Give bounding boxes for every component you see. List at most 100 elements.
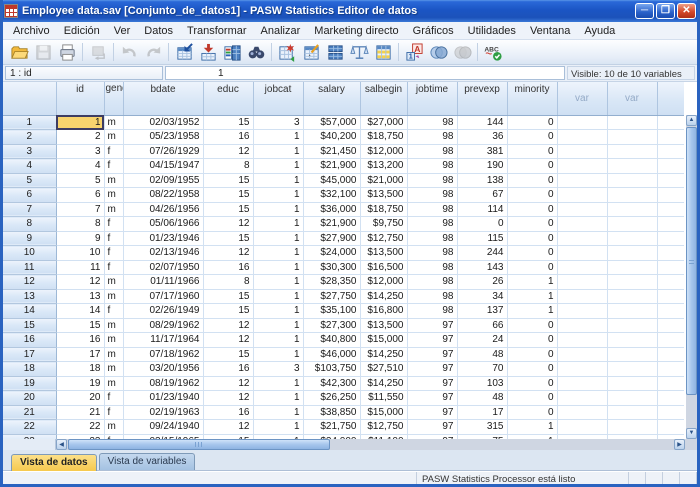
data-cell[interactable]: $15,000: [360, 405, 407, 420]
data-cell[interactable]: 08/22/1958: [123, 188, 203, 203]
data-cell[interactable]: 10: [56, 246, 104, 261]
data-cell[interactable]: $18,750: [360, 130, 407, 145]
data-cell[interactable]: 18: [56, 362, 104, 377]
data-cell[interactable]: $13,500: [360, 246, 407, 261]
data-cell[interactable]: 1: [253, 333, 303, 348]
empty-cell[interactable]: [657, 246, 684, 261]
data-cell[interactable]: 114: [457, 202, 507, 217]
data-cell[interactable]: 97: [407, 333, 457, 348]
data-cell[interactable]: f: [104, 391, 123, 406]
row-number[interactable]: 15: [3, 318, 56, 333]
data-cell[interactable]: 1: [253, 347, 303, 362]
row-number[interactable]: 3: [3, 144, 56, 159]
data-cell[interactable]: 98: [407, 188, 457, 203]
data-cell[interactable]: $13,200: [360, 159, 407, 174]
data-cell[interactable]: 1: [253, 275, 303, 290]
data-cell[interactable]: $35,100: [303, 304, 360, 319]
spell-check-button[interactable]: ABC: [481, 41, 505, 64]
data-cell[interactable]: 03/20/1956: [123, 362, 203, 377]
column-header-prevexp[interactable]: prevexp: [457, 82, 507, 115]
data-cell[interactable]: 1: [253, 130, 303, 145]
data-cell[interactable]: 137: [457, 304, 507, 319]
data-cell[interactable]: 143: [457, 260, 507, 275]
data-cell[interactable]: 08/29/1962: [123, 318, 203, 333]
data-cell[interactable]: m: [104, 275, 123, 290]
empty-cell[interactable]: [607, 289, 657, 304]
data-cell[interactable]: 15: [203, 188, 253, 203]
empty-cell[interactable]: [657, 188, 684, 203]
empty-cell[interactable]: [607, 434, 657, 439]
goto-case-button[interactable]: [172, 41, 196, 64]
data-cell[interactable]: 07/17/1960: [123, 289, 203, 304]
empty-cell[interactable]: [607, 420, 657, 435]
data-cell[interactable]: 16: [203, 362, 253, 377]
data-cell[interactable]: 20: [56, 391, 104, 406]
empty-cell[interactable]: [607, 260, 657, 275]
row-number[interactable]: 2: [3, 130, 56, 145]
empty-cell[interactable]: [557, 391, 607, 406]
tab-variable-view[interactable]: Vista de variables: [99, 453, 196, 470]
data-cell[interactable]: $27,510: [360, 362, 407, 377]
data-cell[interactable]: 1: [507, 420, 557, 435]
data-cell[interactable]: m: [104, 333, 123, 348]
title-bar[interactable]: Employee data.sav [Conjunto_de_datos1] -…: [0, 0, 700, 22]
row-number[interactable]: 20: [3, 391, 56, 406]
data-cell[interactable]: 1: [253, 260, 303, 275]
horizontal-scroll-thumb[interactable]: [68, 439, 330, 450]
data-cell[interactable]: 5: [56, 173, 104, 188]
data-cell[interactable]: 12: [203, 391, 253, 406]
empty-cell[interactable]: [657, 405, 684, 420]
data-cell[interactable]: 97: [407, 376, 457, 391]
data-cell[interactable]: 97: [407, 318, 457, 333]
insert-variable-button[interactable]: [299, 41, 323, 64]
empty-cell[interactable]: [607, 130, 657, 145]
vertical-scroll-thumb[interactable]: [686, 127, 697, 395]
data-cell[interactable]: 1: [253, 420, 303, 435]
column-header-var-2[interactable]: var: [607, 82, 657, 115]
empty-cell[interactable]: [607, 347, 657, 362]
data-cell[interactable]: 7: [56, 202, 104, 217]
corner-header[interactable]: [3, 82, 56, 115]
data-cell[interactable]: 1: [507, 275, 557, 290]
data-cell[interactable]: $45,000: [303, 173, 360, 188]
empty-cell[interactable]: [657, 144, 684, 159]
data-cell[interactable]: m: [104, 289, 123, 304]
row-number[interactable]: 8: [3, 217, 56, 232]
data-cell[interactable]: 13: [56, 289, 104, 304]
data-cell[interactable]: 98: [407, 275, 457, 290]
column-header-gender[interactable]: gender: [104, 82, 123, 115]
variables-button[interactable]: [220, 41, 244, 64]
data-cell[interactable]: 12: [203, 217, 253, 232]
row-number[interactable]: 19: [3, 376, 56, 391]
empty-cell[interactable]: [607, 231, 657, 246]
column-header-minority[interactable]: minority: [507, 82, 557, 115]
data-cell[interactable]: 2: [56, 130, 104, 145]
data-cell[interactable]: 0: [507, 391, 557, 406]
data-cell[interactable]: 16: [203, 130, 253, 145]
menu-ventana[interactable]: Ventana: [523, 24, 577, 38]
menu-archivo[interactable]: Archivo: [6, 24, 57, 38]
empty-cell[interactable]: [557, 304, 607, 319]
data-cell[interactable]: 138: [457, 173, 507, 188]
menu-edicion[interactable]: Edición: [57, 24, 107, 38]
data-cell[interactable]: f: [104, 159, 123, 174]
data-cell[interactable]: 19: [56, 376, 104, 391]
data-cell[interactable]: f: [104, 405, 123, 420]
data-cell[interactable]: 0: [507, 376, 557, 391]
column-header-jobtime[interactable]: jobtime: [407, 82, 457, 115]
data-cell[interactable]: 12: [203, 318, 253, 333]
data-cell[interactable]: 0: [507, 231, 557, 246]
row-number[interactable]: 21: [3, 405, 56, 420]
data-cell[interactable]: m: [104, 202, 123, 217]
data-cell[interactable]: 0: [507, 405, 557, 420]
row-number[interactable]: 6: [3, 188, 56, 203]
data-cell[interactable]: 3: [253, 115, 303, 130]
horizontal-scrollbar[interactable]: ◀ ▶: [3, 439, 697, 450]
data-cell[interactable]: 08/19/1962: [123, 376, 203, 391]
menu-analizar[interactable]: Analizar: [254, 24, 308, 38]
data-cell[interactable]: 1: [507, 289, 557, 304]
data-cell[interactable]: m: [104, 130, 123, 145]
data-cell[interactable]: 98: [407, 231, 457, 246]
data-cell[interactable]: 1: [253, 217, 303, 232]
empty-cell[interactable]: [657, 333, 684, 348]
